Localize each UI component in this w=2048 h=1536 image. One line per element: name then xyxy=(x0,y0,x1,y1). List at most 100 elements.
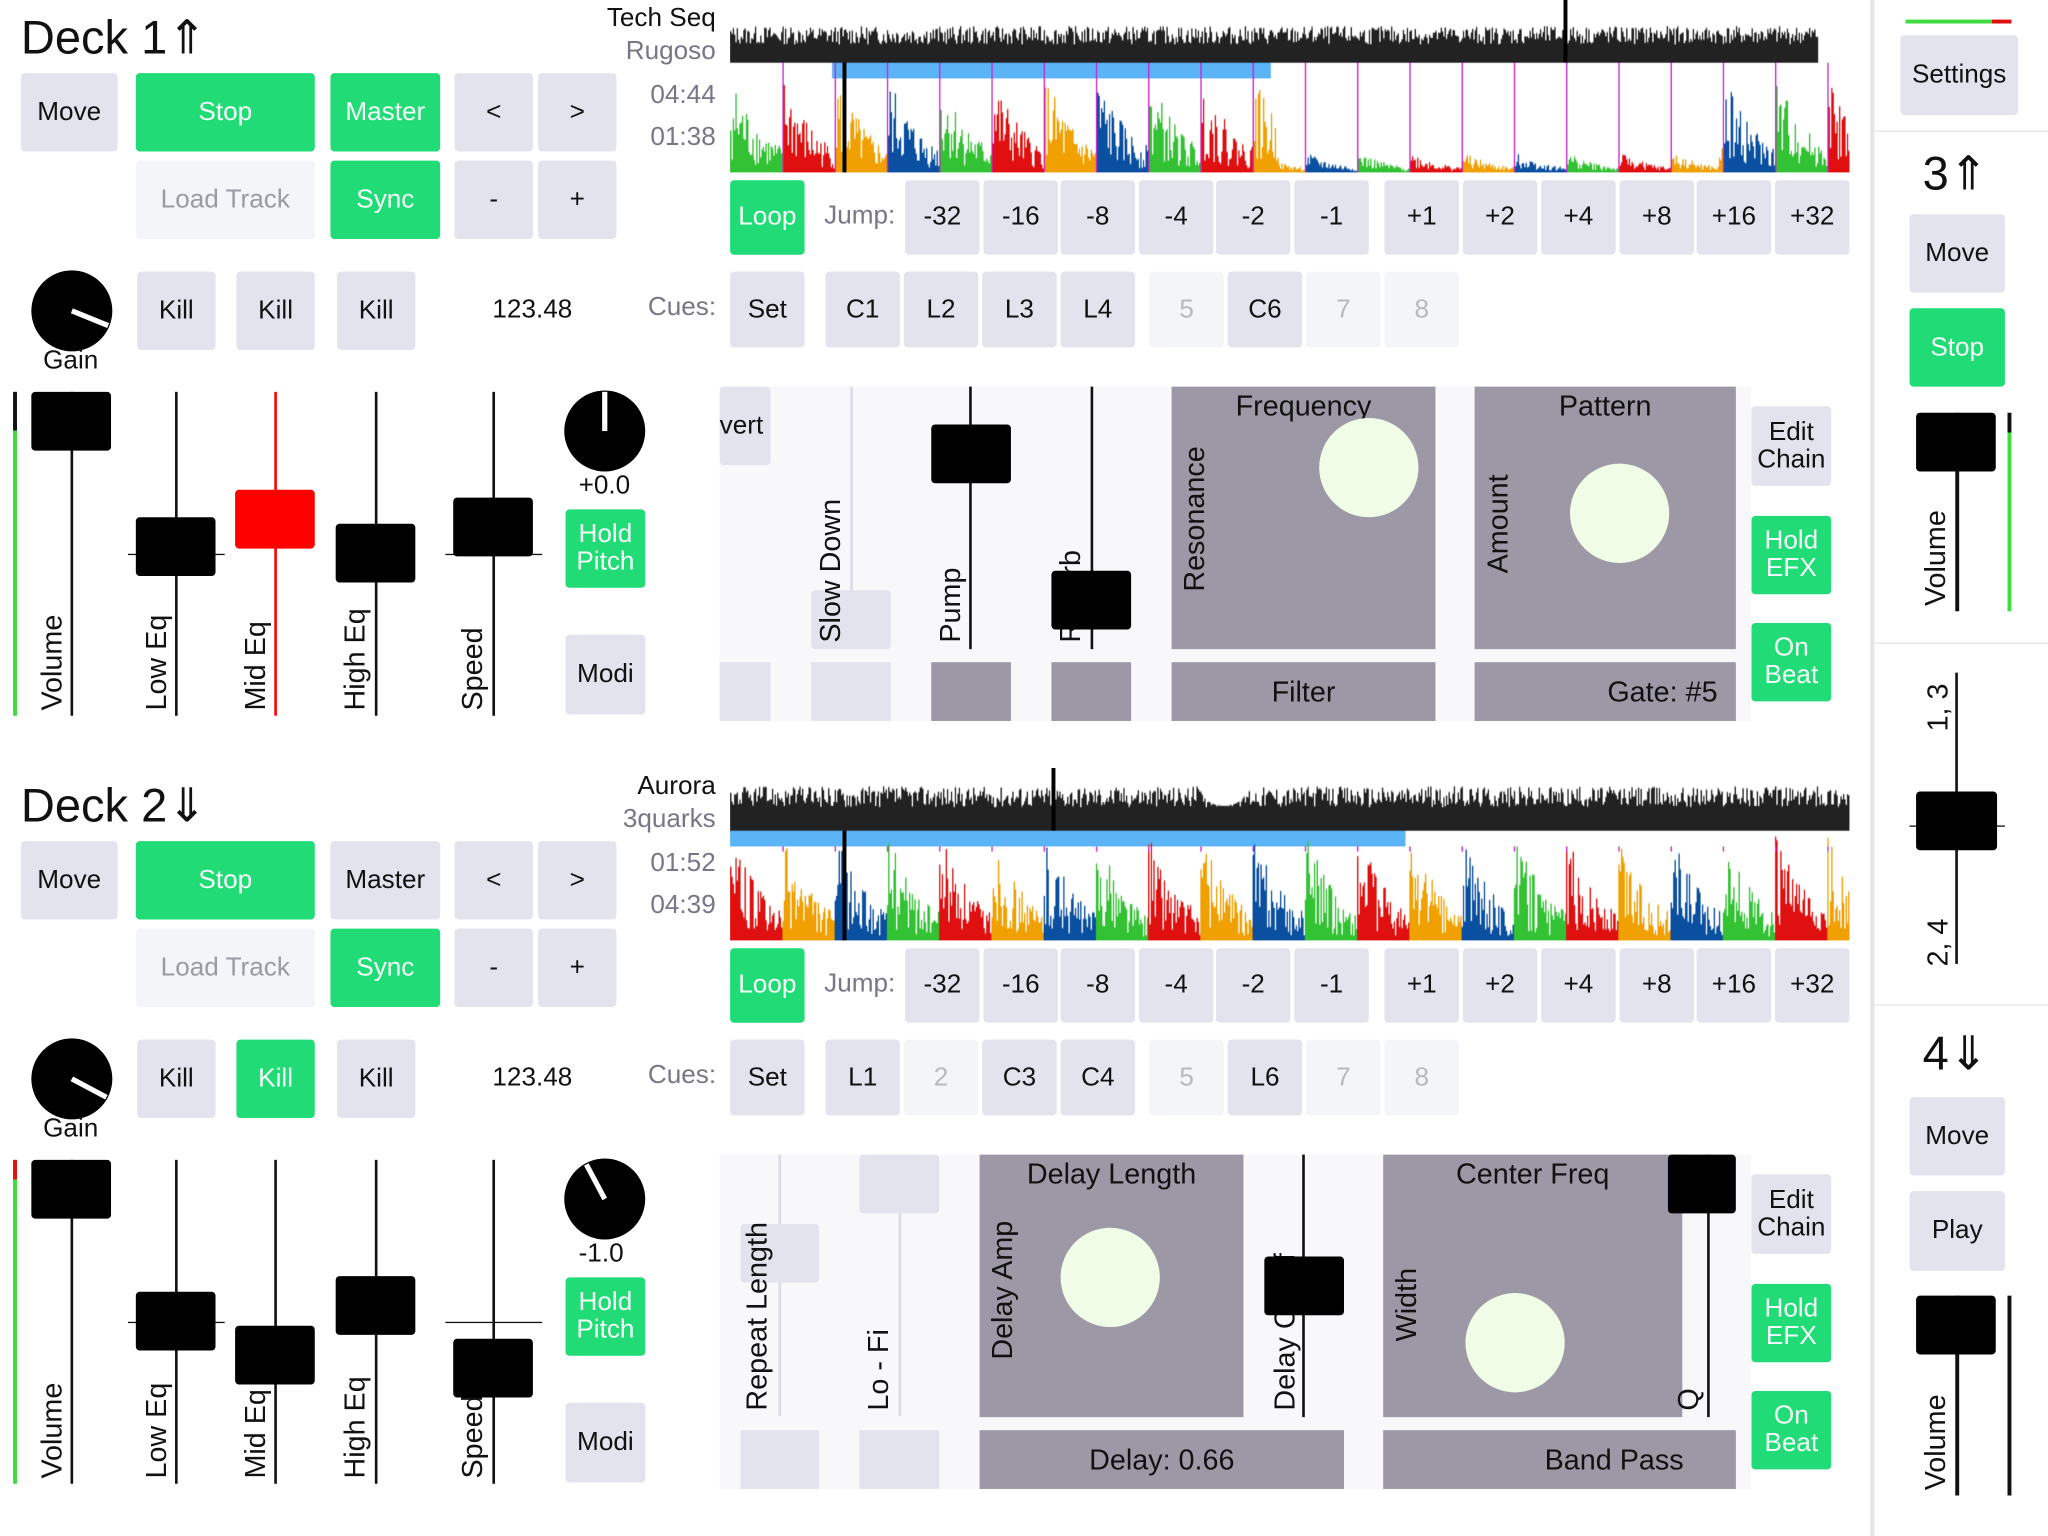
pitch-plus-button[interactable]: + xyxy=(538,160,617,240)
loop-button[interactable]: Loop xyxy=(730,948,805,1023)
cue-button[interactable]: L6 xyxy=(1227,1039,1303,1116)
previous-button[interactable]: < xyxy=(454,73,533,152)
stop-button[interactable]: Stop xyxy=(135,73,315,152)
speed-slider-handle[interactable] xyxy=(453,1338,533,1398)
hold-pitch-button[interactable]: Hold Pitch xyxy=(565,1277,646,1356)
master-button[interactable]: Master xyxy=(330,73,441,152)
cue-button[interactable]: 5 xyxy=(1149,271,1224,348)
jump-button[interactable]: +4 xyxy=(1541,948,1616,1023)
jump-button[interactable]: -2 xyxy=(1215,180,1291,255)
reverb-toggle[interactable] xyxy=(1051,662,1132,721)
waveform[interactable] xyxy=(730,0,1850,173)
volume-slider-handle[interactable] xyxy=(31,391,112,451)
kill-button[interactable]: Kill xyxy=(236,271,315,351)
lo-fi-toggle[interactable] xyxy=(859,1430,940,1489)
jump-button[interactable]: +2 xyxy=(1462,948,1538,1023)
edit-chain-button[interactable]: Edit Chain xyxy=(1751,1174,1832,1254)
mid-eq-slider-handle[interactable] xyxy=(235,1325,315,1385)
hold-pitch-button[interactable]: Hold Pitch xyxy=(565,509,646,588)
high-eq-slider-handle[interactable] xyxy=(335,523,416,583)
gate-button[interactable]: Gate: #5 xyxy=(1474,662,1736,721)
jump-button[interactable]: +16 xyxy=(1696,948,1772,1023)
jump-button[interactable]: -4 xyxy=(1138,180,1214,255)
move-button[interactable]: Move xyxy=(20,841,118,920)
edit-chain-button[interactable]: Edit Chain xyxy=(1751,406,1832,486)
jump-button[interactable]: -16 xyxy=(983,180,1058,255)
invert-button[interactable]: vert xyxy=(719,386,771,465)
deck-4-move-button[interactable]: Move xyxy=(1909,1097,2005,1176)
cue-button[interactable]: 5 xyxy=(1149,1039,1224,1116)
jump-button[interactable]: +8 xyxy=(1619,180,1695,255)
modi-button[interactable]: Modi xyxy=(565,634,646,715)
next-button[interactable]: > xyxy=(538,841,617,920)
master-button[interactable]: Master xyxy=(330,841,441,920)
cue-button[interactable]: 8 xyxy=(1384,1039,1459,1116)
stop-button[interactable]: Stop xyxy=(135,841,315,920)
pitch-knob[interactable] xyxy=(564,390,646,472)
jump-button[interactable]: +4 xyxy=(1541,180,1616,255)
q-handle[interactable] xyxy=(1667,1154,1736,1214)
hold-efx-button[interactable]: Hold EFX xyxy=(1751,515,1832,595)
jump-button[interactable]: +32 xyxy=(1775,948,1850,1023)
jump-button[interactable]: -1 xyxy=(1294,948,1369,1023)
jump-button[interactable]: +2 xyxy=(1462,180,1538,255)
cue-button[interactable]: 8 xyxy=(1384,271,1459,348)
pump-handle[interactable] xyxy=(931,424,1011,484)
slow-down-toggle[interactable] xyxy=(811,662,891,721)
delay-cutoff-handle[interactable] xyxy=(1264,1256,1344,1316)
jump-button[interactable]: +8 xyxy=(1619,948,1695,1023)
pitch-knob[interactable] xyxy=(564,1158,646,1240)
pad-cursor[interactable] xyxy=(1060,1227,1160,1328)
waveform[interactable] xyxy=(730,767,1850,941)
cue-button[interactable]: L2 xyxy=(903,271,979,348)
low-eq-slider-handle[interactable] xyxy=(135,517,216,576)
cue-button[interactable]: L3 xyxy=(982,271,1057,348)
filter-button[interactable]: Filter xyxy=(1171,662,1436,721)
cue-button[interactable]: C3 xyxy=(982,1039,1057,1116)
previous-button[interactable]: < xyxy=(454,841,533,920)
hold-efx-button[interactable]: Hold EFX xyxy=(1751,1283,1832,1363)
crossfader-handle[interactable] xyxy=(1916,791,1998,851)
cue-button[interactable]: 7 xyxy=(1306,1039,1381,1116)
jump-button[interactable]: +32 xyxy=(1775,180,1850,255)
sync-button[interactable]: Sync xyxy=(330,160,441,240)
pad-cursor[interactable] xyxy=(1465,1293,1565,1393)
jump-button[interactable]: -32 xyxy=(905,180,980,255)
jump-button[interactable]: -1 xyxy=(1294,180,1369,255)
jump-button[interactable]: -32 xyxy=(905,948,980,1023)
fx-toggle[interactable] xyxy=(719,662,771,721)
loop-button[interactable]: Loop xyxy=(730,180,805,255)
deck-3-move-button[interactable]: Move xyxy=(1909,214,2005,293)
kill-button[interactable]: Kill xyxy=(137,271,216,351)
jump-button[interactable]: +1 xyxy=(1384,948,1459,1023)
cue-set-button[interactable]: Set xyxy=(730,271,805,348)
mid-eq-slider-handle[interactable] xyxy=(235,489,315,549)
pitch-minus-button[interactable]: - xyxy=(454,928,533,1008)
cue-button[interactable]: 2 xyxy=(903,1039,979,1116)
lo-fi-handle[interactable] xyxy=(859,1154,940,1214)
jump-button[interactable]: +1 xyxy=(1384,180,1459,255)
jump-button[interactable]: -2 xyxy=(1215,948,1291,1023)
deck-4-volume-handle[interactable] xyxy=(1916,1295,1996,1355)
move-button[interactable]: Move xyxy=(20,73,118,152)
repeat-length-track[interactable] xyxy=(778,1154,782,1416)
high-eq-slider-handle[interactable] xyxy=(335,1276,416,1335)
kill-button[interactable]: Kill xyxy=(137,1039,216,1119)
cue-button[interactable]: 7 xyxy=(1306,271,1381,348)
speed-slider-handle[interactable] xyxy=(453,497,533,557)
gain-knob[interactable] xyxy=(31,1038,113,1120)
jump-button[interactable]: +16 xyxy=(1696,180,1772,255)
low-eq-slider-handle[interactable] xyxy=(135,1291,216,1351)
band-pass-button[interactable]: Band Pass xyxy=(1383,1430,1736,1489)
deck-3-stop-button[interactable]: Stop xyxy=(1909,308,2005,387)
cue-set-button[interactable]: Set xyxy=(730,1039,805,1116)
gain-knob[interactable] xyxy=(31,270,113,352)
repeat-toggle[interactable] xyxy=(740,1430,819,1489)
settings-button[interactable]: Settings xyxy=(1900,35,2018,115)
cue-button[interactable]: C1 xyxy=(825,271,900,348)
kill-button[interactable]: Kill xyxy=(336,1039,416,1119)
kill-button[interactable]: Kill xyxy=(236,1039,315,1119)
modi-button[interactable]: Modi xyxy=(565,1402,646,1483)
pitch-plus-button[interactable]: + xyxy=(538,928,617,1008)
on-beat-button[interactable]: On Beat xyxy=(1751,1391,1832,1470)
